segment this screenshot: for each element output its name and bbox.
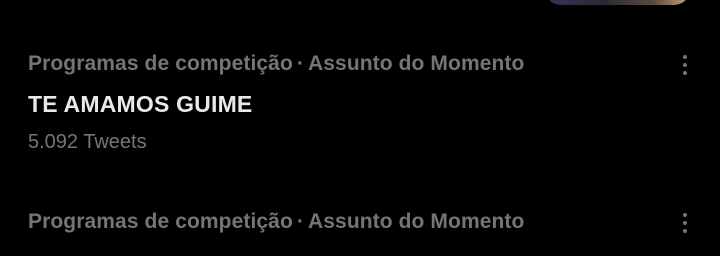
media-thumbnail[interactable]	[545, 0, 690, 5]
trend-meta: Programas de competição · Assunto do Momen…	[28, 52, 524, 76]
more-vertical-icon	[683, 213, 687, 217]
trend-tweet-count: 5.092 Tweets	[28, 131, 147, 153]
trend-meta: Programas de competição · Assunto do Momen…	[28, 210, 524, 234]
meta-separator: ·	[296, 52, 304, 75]
more-options-button[interactable]	[668, 50, 702, 80]
trend-category: Programas de competição	[28, 52, 293, 75]
trend-item[interactable]: Programas de competição · Assunto do Momen…	[0, 196, 720, 256]
trend-category: Programas de competição	[28, 210, 293, 233]
more-vertical-icon	[683, 55, 687, 59]
meta-separator: ·	[296, 210, 304, 233]
trend-title[interactable]: TE AMAMOS GUIME	[28, 91, 252, 118]
trend-context: Assunto do Momento	[308, 210, 525, 233]
trend-item[interactable]: Programas de competição · Assunto do Momen…	[0, 38, 720, 168]
trend-context: Assunto do Momento	[308, 52, 525, 75]
more-options-button[interactable]	[668, 208, 702, 238]
